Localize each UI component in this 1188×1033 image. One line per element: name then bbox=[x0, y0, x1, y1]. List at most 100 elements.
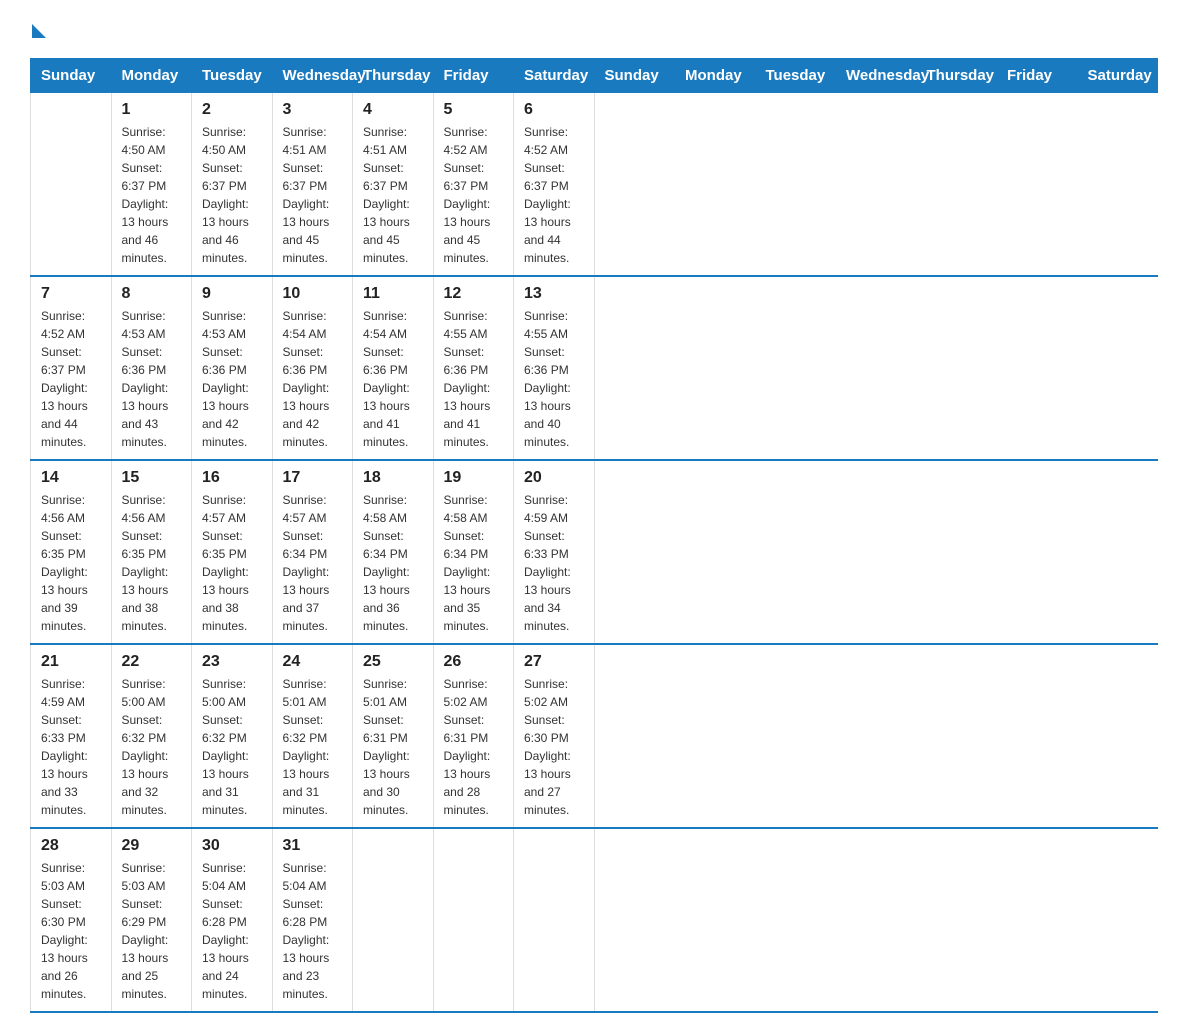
day-info: Sunrise: 4:51 AM Sunset: 6:37 PM Dayligh… bbox=[283, 123, 343, 267]
day-info: Sunrise: 5:01 AM Sunset: 6:31 PM Dayligh… bbox=[363, 675, 423, 819]
header-sunday: Sunday bbox=[31, 59, 112, 93]
day-number: 6 bbox=[524, 101, 584, 119]
calendar-week-row: 28 Sunrise: 5:03 AM Sunset: 6:30 PM Dayli… bbox=[31, 828, 1158, 1012]
calendar-cell: 22Sunrise: 5:00 AM Sunset: 6:32 PM Dayli… bbox=[111, 644, 192, 828]
day-info: Sunrise: 4:53 AM Sunset: 6:36 PM Dayligh… bbox=[202, 307, 262, 451]
calendar-cell: 20Sunrise: 4:59 AM Sunset: 6:33 PM Dayli… bbox=[514, 460, 595, 644]
day-info: Sunrise: 4:58 AM Sunset: 6:34 PM Dayligh… bbox=[444, 491, 504, 635]
calendar-cell bbox=[31, 93, 112, 277]
header-friday: Friday bbox=[433, 59, 514, 93]
calendar-cell: 3Sunrise: 4:51 AM Sunset: 6:37 PM Daylig… bbox=[272, 93, 353, 277]
calendar-cell: 18Sunrise: 4:58 AM Sunset: 6:34 PM Dayli… bbox=[353, 460, 434, 644]
calendar-cell: 24 Sunrise: 5:01 AM Sunset: 6:32 PM Dayli… bbox=[272, 644, 353, 828]
calendar-cell: 6 Sunrise: 4:52 AM Sunset: 6:37 PM Daylig… bbox=[514, 93, 595, 277]
calendar-week-row: 7 Sunrise: 4:52 AM Sunset: 6:37 PM Daylig… bbox=[31, 276, 1158, 460]
calendar-cell: 2Sunrise: 4:50 AM Sunset: 6:37 PM Daylig… bbox=[192, 93, 273, 277]
header-wednesday: Wednesday bbox=[272, 59, 353, 93]
day-info: Sunrise: 5:04 AM Sunset: 6:28 PM Dayligh… bbox=[202, 859, 262, 1003]
day-info: Sunrise: 4:56 AM Sunset: 6:35 PM Dayligh… bbox=[41, 491, 101, 635]
logo bbox=[30, 20, 46, 38]
calendar-table: SundayMondayTuesdayWednesdayThursdayFrid… bbox=[30, 58, 1158, 1013]
day-info: Sunrise: 4:55 AM Sunset: 6:36 PM Dayligh… bbox=[444, 307, 504, 451]
calendar-cell bbox=[514, 828, 595, 1012]
day-number: 8 bbox=[122, 285, 182, 303]
header-saturday: Saturday bbox=[514, 59, 595, 93]
day-info: Sunrise: 4:57 AM Sunset: 6:34 PM Dayligh… bbox=[283, 491, 343, 635]
day-number: 14 bbox=[41, 469, 101, 487]
calendar-cell: 21 Sunrise: 4:59 AM Sunset: 6:33 PM Dayli… bbox=[31, 644, 112, 828]
day-info: Sunrise: 4:54 AM Sunset: 6:36 PM Dayligh… bbox=[283, 307, 343, 451]
calendar-cell: 11 Sunrise: 4:54 AM Sunset: 6:36 PM Dayli… bbox=[353, 276, 434, 460]
day-info: Sunrise: 4:52 AM Sunset: 6:37 PM Dayligh… bbox=[524, 123, 584, 267]
day-number: 27 bbox=[524, 653, 584, 671]
day-info: Sunrise: 5:03 AM Sunset: 6:30 PM Dayligh… bbox=[41, 859, 101, 1003]
header-wednesday: Wednesday bbox=[836, 59, 917, 93]
calendar-header-row: SundayMondayTuesdayWednesdayThursdayFrid… bbox=[31, 59, 1158, 93]
calendar-cell: 29 Sunrise: 5:03 AM Sunset: 6:29 PM Dayli… bbox=[111, 828, 192, 1012]
calendar-cell: 10 Sunrise: 4:54 AM Sunset: 6:36 PM Dayli… bbox=[272, 276, 353, 460]
calendar-cell: 14 Sunrise: 4:56 AM Sunset: 6:35 PM Dayli… bbox=[31, 460, 112, 644]
day-number: 22 bbox=[122, 653, 182, 671]
calendar-cell: 15 Sunrise: 4:56 AM Sunset: 6:35 PM Dayli… bbox=[111, 460, 192, 644]
page-header bbox=[30, 20, 1158, 38]
day-number: 5 bbox=[444, 101, 504, 119]
day-number: 31 bbox=[283, 837, 343, 855]
day-number: 4 bbox=[363, 101, 423, 119]
day-number: 9 bbox=[202, 285, 262, 303]
day-info: Sunrise: 5:01 AM Sunset: 6:32 PM Dayligh… bbox=[283, 675, 343, 819]
day-info: Sunrise: 5:04 AM Sunset: 6:28 PM Dayligh… bbox=[283, 859, 343, 1003]
day-number: 17 bbox=[283, 469, 343, 487]
day-info: Sunrise: 4:59 AM Sunset: 6:33 PM Dayligh… bbox=[41, 675, 101, 819]
day-info: Sunrise: 4:50 AM Sunset: 6:37 PM Dayligh… bbox=[122, 123, 182, 267]
day-info: Sunrise: 4:58 AM Sunset: 6:34 PM Dayligh… bbox=[363, 491, 423, 635]
day-number: 25 bbox=[363, 653, 423, 671]
day-number: 16 bbox=[202, 469, 262, 487]
day-number: 2 bbox=[202, 101, 262, 119]
calendar-cell: 4 Sunrise: 4:51 AM Sunset: 6:37 PM Daylig… bbox=[353, 93, 434, 277]
header-saturday: Saturday bbox=[1077, 59, 1158, 93]
day-info: Sunrise: 5:00 AM Sunset: 6:32 PM Dayligh… bbox=[202, 675, 262, 819]
calendar-week-row: 21 Sunrise: 4:59 AM Sunset: 6:33 PM Dayli… bbox=[31, 644, 1158, 828]
calendar-cell: 31 Sunrise: 5:04 AM Sunset: 6:28 PM Dayli… bbox=[272, 828, 353, 1012]
day-info: Sunrise: 4:52 AM Sunset: 6:37 PM Dayligh… bbox=[41, 307, 101, 451]
day-info: Sunrise: 4:56 AM Sunset: 6:35 PM Dayligh… bbox=[122, 491, 182, 635]
day-info: Sunrise: 4:55 AM Sunset: 6:36 PM Dayligh… bbox=[524, 307, 584, 451]
header-friday: Friday bbox=[997, 59, 1078, 93]
day-number: 21 bbox=[41, 653, 101, 671]
day-number: 13 bbox=[524, 285, 584, 303]
day-number: 11 bbox=[363, 285, 423, 303]
header-tuesday: Tuesday bbox=[192, 59, 273, 93]
day-info: Sunrise: 5:02 AM Sunset: 6:31 PM Dayligh… bbox=[444, 675, 504, 819]
calendar-cell: 30 Sunrise: 5:04 AM Sunset: 6:28 PM Dayli… bbox=[192, 828, 273, 1012]
calendar-cell: 17 Sunrise: 4:57 AM Sunset: 6:34 PM Dayli… bbox=[272, 460, 353, 644]
day-number: 30 bbox=[202, 837, 262, 855]
header-sunday: Sunday bbox=[594, 59, 675, 93]
day-number: 12 bbox=[444, 285, 504, 303]
day-number: 24 bbox=[283, 653, 343, 671]
day-number: 29 bbox=[122, 837, 182, 855]
calendar-cell: 9 Sunrise: 4:53 AM Sunset: 6:36 PM Daylig… bbox=[192, 276, 273, 460]
calendar-cell: 12 Sunrise: 4:55 AM Sunset: 6:36 PM Dayli… bbox=[433, 276, 514, 460]
day-number: 19 bbox=[444, 469, 504, 487]
day-number: 10 bbox=[283, 285, 343, 303]
day-number: 15 bbox=[122, 469, 182, 487]
day-number: 1 bbox=[122, 101, 182, 119]
logo-triangle-icon bbox=[32, 24, 46, 38]
calendar-cell: 25 Sunrise: 5:01 AM Sunset: 6:31 PM Dayli… bbox=[353, 644, 434, 828]
day-info: Sunrise: 5:03 AM Sunset: 6:29 PM Dayligh… bbox=[122, 859, 182, 1003]
day-info: Sunrise: 4:54 AM Sunset: 6:36 PM Dayligh… bbox=[363, 307, 423, 451]
day-number: 7 bbox=[41, 285, 101, 303]
header-monday: Monday bbox=[111, 59, 192, 93]
day-info: Sunrise: 4:52 AM Sunset: 6:37 PM Dayligh… bbox=[444, 123, 504, 267]
calendar-cell: 16Sunrise: 4:57 AM Sunset: 6:35 PM Dayli… bbox=[192, 460, 273, 644]
day-info: Sunrise: 4:51 AM Sunset: 6:37 PM Dayligh… bbox=[363, 123, 423, 267]
calendar-week-row: 14 Sunrise: 4:56 AM Sunset: 6:35 PM Dayli… bbox=[31, 460, 1158, 644]
calendar-cell bbox=[433, 828, 514, 1012]
day-number: 28 bbox=[41, 837, 101, 855]
calendar-cell: 1 Sunrise: 4:50 AM Sunset: 6:37 PM Daylig… bbox=[111, 93, 192, 277]
header-monday: Monday bbox=[675, 59, 756, 93]
header-tuesday: Tuesday bbox=[755, 59, 836, 93]
day-number: 26 bbox=[444, 653, 504, 671]
calendar-cell: 13 Sunrise: 4:55 AM Sunset: 6:36 PM Dayli… bbox=[514, 276, 595, 460]
calendar-week-row: 1 Sunrise: 4:50 AM Sunset: 6:37 PM Daylig… bbox=[31, 93, 1158, 277]
